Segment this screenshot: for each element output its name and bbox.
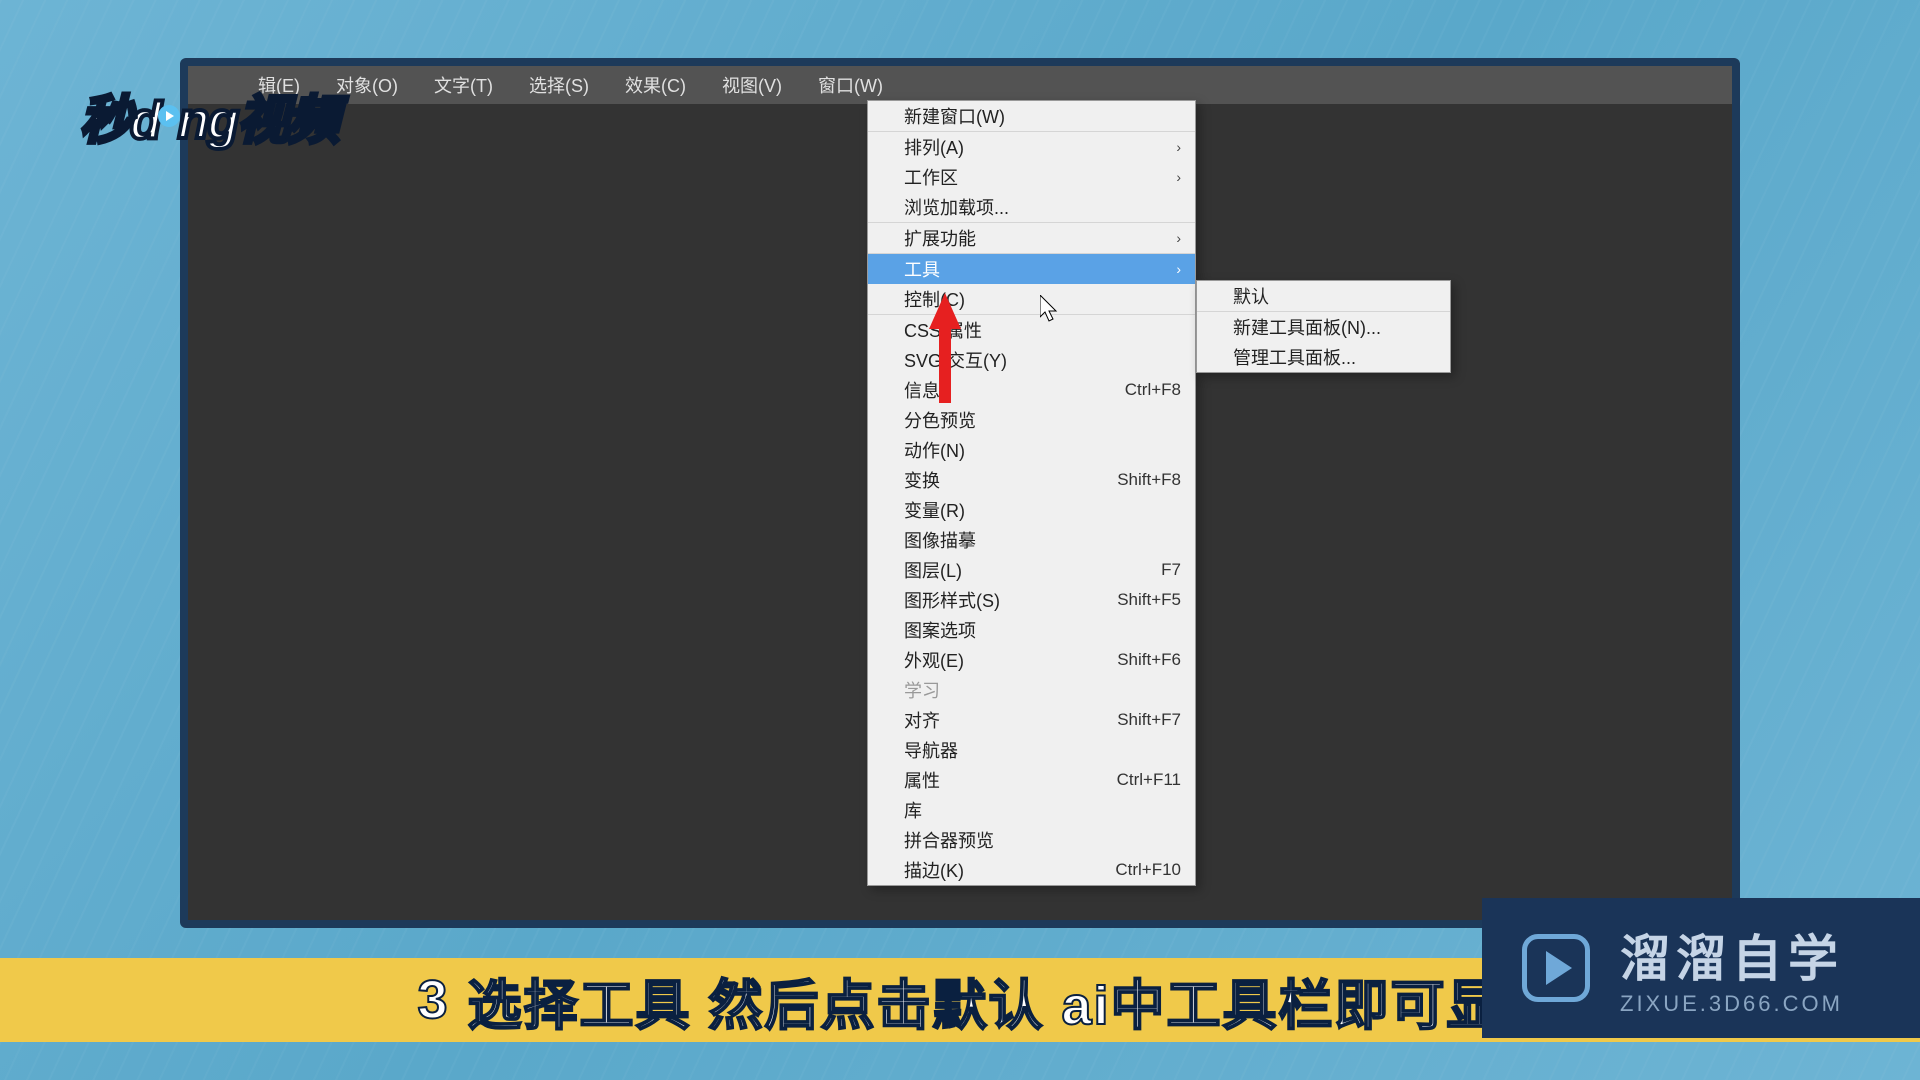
menu-item-shortcut: Ctrl+F11 (1117, 770, 1181, 790)
menu-item-shortcut: Ctrl+F10 (1115, 860, 1181, 880)
menu-item-label: 默认 (1233, 283, 1269, 309)
menu-item-label: 工作区 (904, 164, 958, 190)
menu-item-label: 图形样式(S) (904, 587, 1000, 613)
menu-image-trace[interactable]: 图像描摹 (868, 525, 1195, 555)
menu-workspace[interactable]: 工作区 › (868, 162, 1195, 192)
watermark-play-icon (158, 105, 180, 127)
menu-svg-interactivity[interactable]: SVG 交互(Y) (868, 345, 1195, 375)
menu-css-properties[interactable]: CSS 属性 (868, 315, 1195, 345)
brand-url: ZIXUE.3D66.COM (1620, 991, 1844, 1017)
menu-stroke[interactable]: 描边(K) Ctrl+F10 (868, 855, 1195, 885)
menu-item-label: 工具 (904, 256, 940, 282)
menu-layers[interactable]: 图层(L) F7 (868, 555, 1195, 585)
submenu-manage-tools-panel[interactable]: 管理工具面板... (1197, 342, 1450, 372)
menu-item-label: 浏览加载项... (904, 194, 1009, 220)
menu-item-shortcut: Shift+F6 (1117, 650, 1181, 670)
menu-attributes[interactable]: 属性 Ctrl+F11 (868, 765, 1195, 795)
menu-item-label: 图层(L) (904, 557, 962, 583)
menu-separations-preview[interactable]: 分色预览 (868, 405, 1195, 435)
menu-item-shortcut: Shift+F7 (1117, 710, 1181, 730)
menu-object[interactable]: 对象(O) (326, 66, 408, 104)
menu-libraries[interactable]: 库 (868, 795, 1195, 825)
dropdown-section: 默认 (1197, 281, 1450, 311)
menu-item-label: 信息 (904, 377, 940, 403)
menu-transform[interactable]: 变换 Shift+F8 (868, 465, 1195, 495)
menu-window[interactable]: 窗口(W) (808, 66, 893, 104)
menu-item-label: 管理工具面板... (1233, 344, 1356, 370)
menu-browse-addons[interactable]: 浏览加载项... (868, 192, 1195, 222)
tools-submenu: 默认 新建工具面板(N)... 管理工具面板... (1196, 280, 1451, 373)
dropdown-section: 工具 › 控制(C) (868, 253, 1195, 314)
menu-item-label: 学习 (904, 677, 940, 703)
menu-select[interactable]: 选择(S) (519, 66, 599, 104)
menu-item-label: 扩展功能 (904, 225, 976, 251)
menu-item-label: 拼合器预览 (904, 827, 994, 853)
watermark-logo: 秒d ng视频 (80, 78, 337, 153)
menu-item-label: CSS 属性 (904, 317, 982, 343)
menu-info[interactable]: 信息 Ctrl+F8 (868, 375, 1195, 405)
submenu-arrow-icon: › (1176, 169, 1181, 185)
brand-text: 溜溜自学 ZIXUE.3D66.COM (1620, 919, 1844, 1017)
menu-item-shortcut: Shift+F8 (1117, 470, 1181, 490)
brand-box: 溜溜自学 ZIXUE.3D66.COM (1482, 898, 1920, 1038)
menu-type[interactable]: 文字(T) (424, 66, 503, 104)
menu-navigator[interactable]: 导航器 (868, 735, 1195, 765)
menu-item-label: 库 (904, 797, 922, 823)
menu-item-label: 对齐 (904, 707, 940, 733)
menu-item-label: 控制(C) (904, 286, 965, 312)
dropdown-section: 新建工具面板(N)... 管理工具面板... (1197, 311, 1450, 372)
menu-effect[interactable]: 效果(C) (615, 66, 696, 104)
menu-arrange[interactable]: 排列(A) › (868, 132, 1195, 162)
menu-item-label: SVG 交互(Y) (904, 347, 1007, 373)
menu-view[interactable]: 视图(V) (712, 66, 792, 104)
menu-item-label: 描边(K) (904, 857, 964, 883)
watermark-text-suffix: ng视频 (178, 78, 338, 153)
menu-pattern-options[interactable]: 图案选项 (868, 615, 1195, 645)
menu-learn: 学习 (868, 675, 1195, 705)
menu-item-label: 分色预览 (904, 407, 976, 433)
menu-variables[interactable]: 变量(R) (868, 495, 1195, 525)
menu-item-label: 图像描摹 (904, 527, 976, 553)
brand-title: 溜溜自学 (1620, 919, 1844, 991)
menu-item-label: 新建窗口(W) (904, 103, 1005, 129)
menu-appearance[interactable]: 外观(E) Shift+F6 (868, 645, 1195, 675)
menu-item-label: 变量(R) (904, 497, 965, 523)
menu-align[interactable]: 对齐 Shift+F7 (868, 705, 1195, 735)
submenu-new-tools-panel[interactable]: 新建工具面板(N)... (1197, 312, 1450, 342)
menu-item-label: 变换 (904, 467, 940, 493)
submenu-arrow-icon: › (1176, 230, 1181, 246)
subtitle-step-number: 3 (417, 969, 447, 1031)
menu-graphic-styles[interactable]: 图形样式(S) Shift+F5 (868, 585, 1195, 615)
menu-item-label: 动作(N) (904, 437, 965, 463)
menu-tools[interactable]: 工具 › (868, 254, 1195, 284)
window-dropdown-menu: 新建窗口(W) 排列(A) › 工作区 › 浏览加载项... 扩展功能 › 工具… (867, 100, 1196, 886)
menu-extensions[interactable]: 扩展功能 › (868, 223, 1195, 253)
menu-item-label: 排列(A) (904, 134, 964, 160)
menu-item-label: 外观(E) (904, 647, 964, 673)
dropdown-section: CSS 属性 SVG 交互(Y) 信息 Ctrl+F8 分色预览 动作(N) 变换… (868, 314, 1195, 885)
menu-item-label: 图案选项 (904, 617, 976, 643)
brand-play-icon (1522, 934, 1590, 1002)
menu-item-shortcut: F7 (1161, 560, 1181, 580)
submenu-arrow-icon: › (1176, 139, 1181, 155)
dropdown-section: 新建窗口(W) (868, 101, 1195, 131)
subtitle-text: 选择工具 然后点击默认 ai中工具栏即可显 (468, 961, 1503, 1040)
watermark-text-prefix: 秒d (80, 78, 160, 153)
submenu-default[interactable]: 默认 (1197, 281, 1450, 311)
menu-item-shortcut: Shift+F5 (1117, 590, 1181, 610)
submenu-arrow-icon: › (1176, 261, 1181, 277)
menu-new-window[interactable]: 新建窗口(W) (868, 101, 1195, 131)
menu-item-shortcut: Ctrl+F8 (1125, 380, 1181, 400)
menu-control[interactable]: 控制(C) (868, 284, 1195, 314)
menu-item-label: 新建工具面板(N)... (1233, 314, 1381, 340)
menu-item-label: 属性 (904, 767, 940, 793)
menu-bar: 辑(E) 对象(O) 文字(T) 选择(S) 效果(C) 视图(V) 窗口(W) (188, 66, 1732, 104)
menu-flattener-preview[interactable]: 拼合器预览 (868, 825, 1195, 855)
menu-item-label: 导航器 (904, 737, 958, 763)
dropdown-section: 排列(A) › 工作区 › 浏览加载项... (868, 131, 1195, 222)
dropdown-section: 扩展功能 › (868, 222, 1195, 253)
menu-actions[interactable]: 动作(N) (868, 435, 1195, 465)
